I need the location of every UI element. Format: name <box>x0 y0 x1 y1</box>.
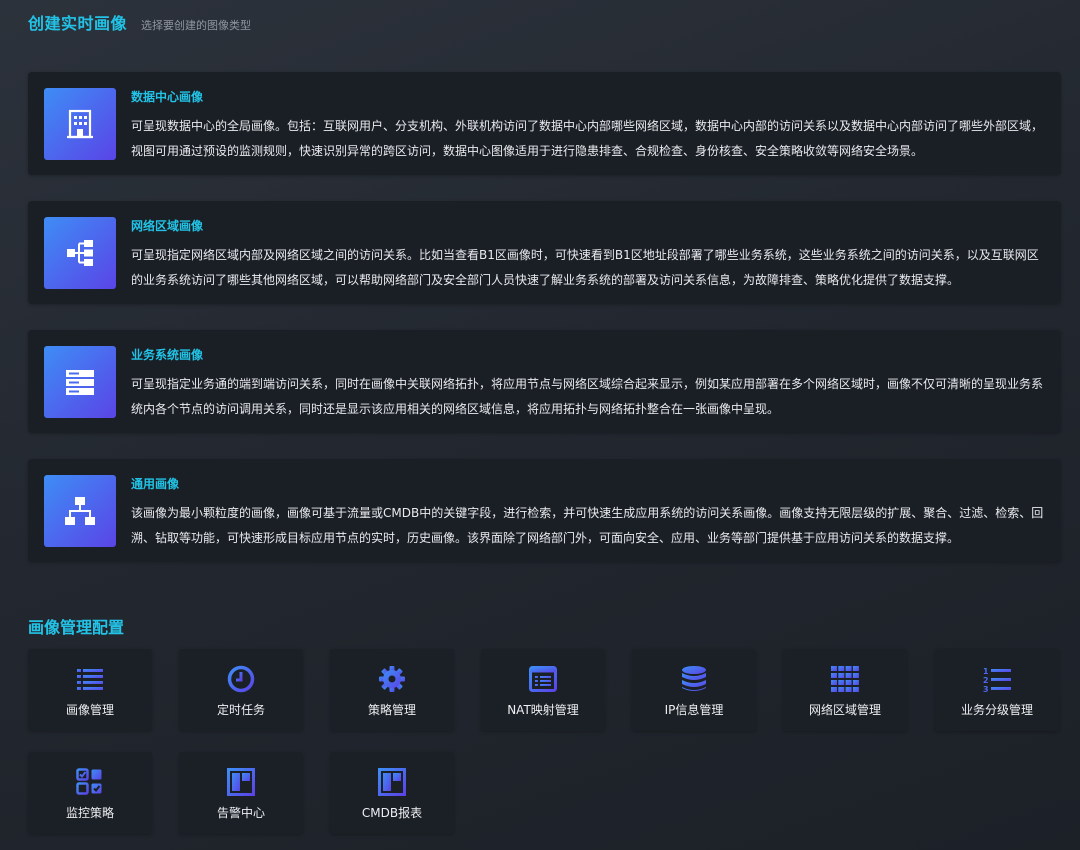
tile-network-zone-management[interactable]: 网络区域管理 <box>783 649 907 731</box>
card-title: 业务系统画像 <box>131 348 204 362</box>
card-title: 数据中心画像 <box>131 90 204 104</box>
tile-label: 告警中心 <box>216 806 265 820</box>
tile-label: CMDB报表 <box>361 806 423 820</box>
checkbox-grid-icon <box>76 768 104 796</box>
gear-icon <box>378 665 406 693</box>
tile-label: 画像管理 <box>65 703 114 717</box>
svg-text:2: 2 <box>983 676 989 685</box>
tile-policy-management[interactable]: 策略管理 <box>330 649 454 731</box>
numbered-list-icon: 123 <box>983 665 1011 693</box>
window-list-icon <box>529 665 557 693</box>
tile-label: IP信息管理 <box>664 703 724 717</box>
page-subtitle: 选择要创建的图像类型 <box>141 19 252 32</box>
report-icon <box>378 768 406 796</box>
svg-text:1: 1 <box>983 667 989 676</box>
svg-text:3: 3 <box>983 685 989 692</box>
server-icon <box>44 346 116 418</box>
tile-label: NAT映射管理 <box>507 703 579 717</box>
network-tree-icon <box>44 217 116 289</box>
page-title: 创建实时画像 <box>28 14 128 33</box>
tile-ip-info[interactable]: IP信息管理 <box>632 649 756 731</box>
database-icon <box>680 665 708 693</box>
card-description: 可呈现指定业务通的端到端访问关系，同时在画像中关联网络拓扑，将应用节点与网络区域… <box>131 377 1044 416</box>
building-icon <box>44 88 116 160</box>
dashboard-icon <box>227 768 255 796</box>
tile-scheduled-task[interactable]: 定时任务 <box>179 649 303 731</box>
tile-portrait-management[interactable]: 画像管理 <box>28 649 152 731</box>
clock-icon <box>227 665 255 693</box>
tile-label: 网络区域管理 <box>808 703 881 717</box>
hierarchy-icon <box>44 475 116 547</box>
tile-monitor-policy[interactable]: 监控策略 <box>28 752 152 834</box>
page-header: 创建实时画像 选择要创建的图像类型 <box>28 10 251 34</box>
tile-label: 监控策略 <box>65 806 114 820</box>
card-network-zone[interactable]: 网络区域画像 可呈现指定网络区域内部及网络区域之间的访问关系。比如当查看B1区画… <box>28 201 1061 304</box>
tile-alert-center[interactable]: 告警中心 <box>179 752 303 834</box>
tile-business-grading[interactable]: 123 业务分级管理 <box>935 649 1059 731</box>
card-description: 该画像为最小颗粒度的画像，画像可基于流量或CMDB中的关键字段，进行检索，并可快… <box>131 506 1044 545</box>
portrait-type-list: 数据中心画像 可呈现数据中心的全局画像。包括：互联网用户、分支机构、外联机构访问… <box>28 72 1061 588</box>
card-business-system[interactable]: 业务系统画像 可呈现指定业务通的端到端访问关系，同时在画像中关联网络拓扑，将应用… <box>28 330 1061 433</box>
tile-nat-mapping[interactable]: NAT映射管理 <box>481 649 605 731</box>
grid-icon <box>831 665 859 693</box>
card-description: 可呈现指定网络区域内部及网络区域之间的访问关系。比如当查看B1区画像时，可快速看… <box>131 248 1039 287</box>
card-title: 网络区域画像 <box>131 219 204 233</box>
card-description: 可呈现数据中心的全局画像。包括：互联网用户、分支机构、外联机构访问了数据中心内部… <box>131 119 1044 158</box>
tile-label: 定时任务 <box>216 703 265 717</box>
tile-cmdb-report[interactable]: CMDB报表 <box>330 752 454 834</box>
card-general[interactable]: 通用画像 该画像为最小颗粒度的画像，画像可基于流量或CMDB中的关键字段，进行检… <box>28 459 1061 562</box>
config-section-title: 画像管理配置 <box>28 618 125 637</box>
card-title: 通用画像 <box>131 477 180 491</box>
tile-label: 业务分级管理 <box>960 703 1033 717</box>
list-icon <box>76 665 104 693</box>
card-datacenter[interactable]: 数据中心画像 可呈现数据中心的全局画像。包括：互联网用户、分支机构、外联机构访问… <box>28 72 1061 175</box>
tile-label: 策略管理 <box>367 703 416 717</box>
